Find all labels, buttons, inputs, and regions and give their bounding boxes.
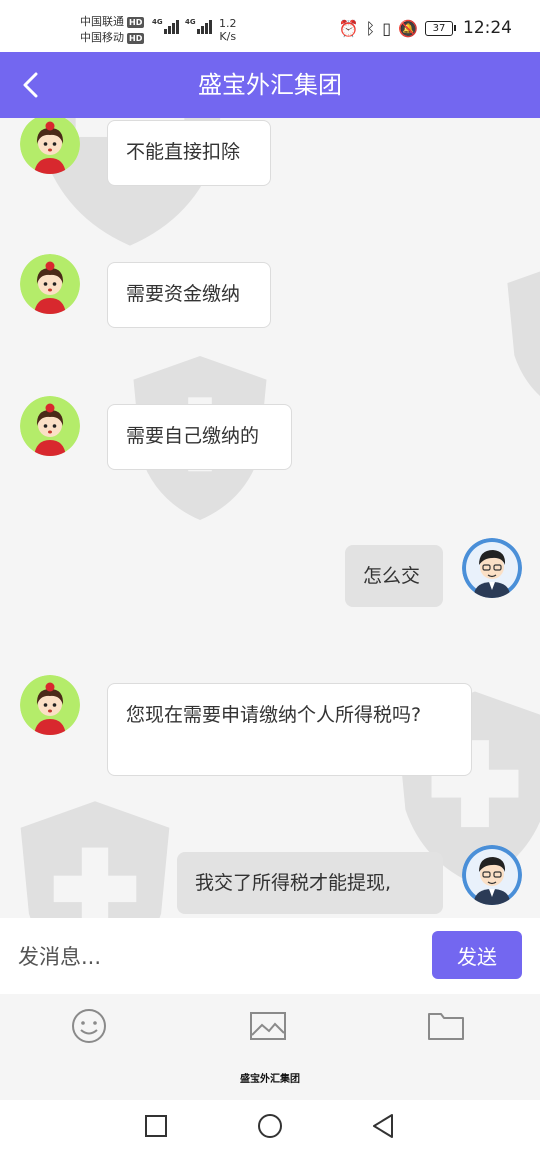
network-speed-value: 1.2 <box>219 17 237 30</box>
system-navigation-bar <box>0 1100 540 1155</box>
file-button[interactable] <box>427 1008 465 1044</box>
agent-avatar[interactable] <box>20 254 80 314</box>
signal-strength-icon: 4G <box>185 18 212 34</box>
signal-strength-icon: 4G <box>152 18 179 34</box>
outgoing-message-bubble[interactable]: 我交了所得税才能提现, <box>177 852 443 914</box>
incoming-message-bubble[interactable]: 需要自己缴纳的 <box>107 404 292 470</box>
message-input[interactable] <box>16 938 410 976</box>
send-button[interactable]: 发送 <box>432 931 522 979</box>
attachment-toolbar <box>0 994 540 1058</box>
carrier-2-name: 中国移动 <box>80 31 124 44</box>
status-bar: 中国联通 HD 中国移动 HD 4G 4G 1.2 K/s ⏰ ᛒ ▯ 🔕 37… <box>0 0 540 52</box>
page-title: 盛宝外汇集团 <box>198 71 342 99</box>
recent-apps-button[interactable] <box>142 1112 170 1140</box>
triangle-back-icon <box>373 1114 393 1138</box>
network-type-label: 4G <box>185 18 196 26</box>
agent-avatar[interactable] <box>20 396 80 456</box>
hd-badge: HD <box>127 16 145 28</box>
app-footer-label: 盛宝外汇集团 <box>240 1074 300 1085</box>
system-back-button[interactable] <box>370 1112 398 1140</box>
message-input-bar: 发送 <box>0 918 540 994</box>
emoji-button[interactable] <box>70 1008 108 1044</box>
chat-message-list[interactable]: 不能直接扣除 需要资金缴纳 需要自己缴纳的 怎么交 您现在需要申请缴纳个人所得税… <box>0 118 540 918</box>
image-button[interactable] <box>249 1008 287 1044</box>
folder-icon <box>428 1013 464 1040</box>
hd-badge: HD <box>127 32 145 44</box>
vibrate-icon: ▯ <box>382 18 392 38</box>
bluetooth-icon: ᛒ <box>365 18 376 38</box>
man-avatar-icon <box>462 538 522 598</box>
incoming-message-bubble[interactable]: 不能直接扣除 <box>107 120 271 186</box>
clock-time: 12:24 <box>463 18 512 38</box>
mute-bell-icon: 🔕 <box>398 18 418 38</box>
network-speed-unit: K/s <box>219 30 237 43</box>
chat-header: 盛宝外汇集团 <box>0 52 540 118</box>
signal-icons: 4G 4G <box>152 18 212 34</box>
carrier-info: 中国联通 HD 中国移动 HD <box>80 14 145 46</box>
outgoing-message-bubble[interactable]: 怎么交 <box>345 545 443 607</box>
battery-icon: 37 <box>425 20 456 36</box>
home-button[interactable] <box>256 1112 284 1140</box>
agent-avatar[interactable] <box>20 675 80 735</box>
user-avatar[interactable] <box>462 538 522 598</box>
circle-icon <box>258 1114 282 1138</box>
incoming-message-bubble[interactable]: 需要资金缴纳 <box>107 262 271 328</box>
carrier-1-name: 中国联通 <box>80 15 124 28</box>
image-icon <box>250 1012 286 1040</box>
network-type-label: 4G <box>152 18 163 26</box>
shield-watermark-icon <box>20 801 170 918</box>
network-speed: 1.2 K/s <box>219 17 237 43</box>
battery-level: 37 <box>425 20 453 36</box>
girl-avatar-icon <box>20 396 80 456</box>
status-icons-right: ⏰ ᛒ ▯ 🔕 37 12:24 <box>339 18 512 38</box>
square-icon <box>145 1115 167 1137</box>
girl-avatar-icon <box>20 254 80 314</box>
emoji-icon <box>72 1009 106 1043</box>
shield-watermark-icon <box>507 271 540 396</box>
man-avatar-icon <box>462 845 522 905</box>
alarm-icon: ⏰ <box>338 18 359 38</box>
incoming-message-bubble[interactable]: 您现在需要申请缴纳个人所得税吗? <box>107 683 472 776</box>
user-avatar[interactable] <box>462 845 522 905</box>
girl-avatar-icon <box>20 675 80 735</box>
